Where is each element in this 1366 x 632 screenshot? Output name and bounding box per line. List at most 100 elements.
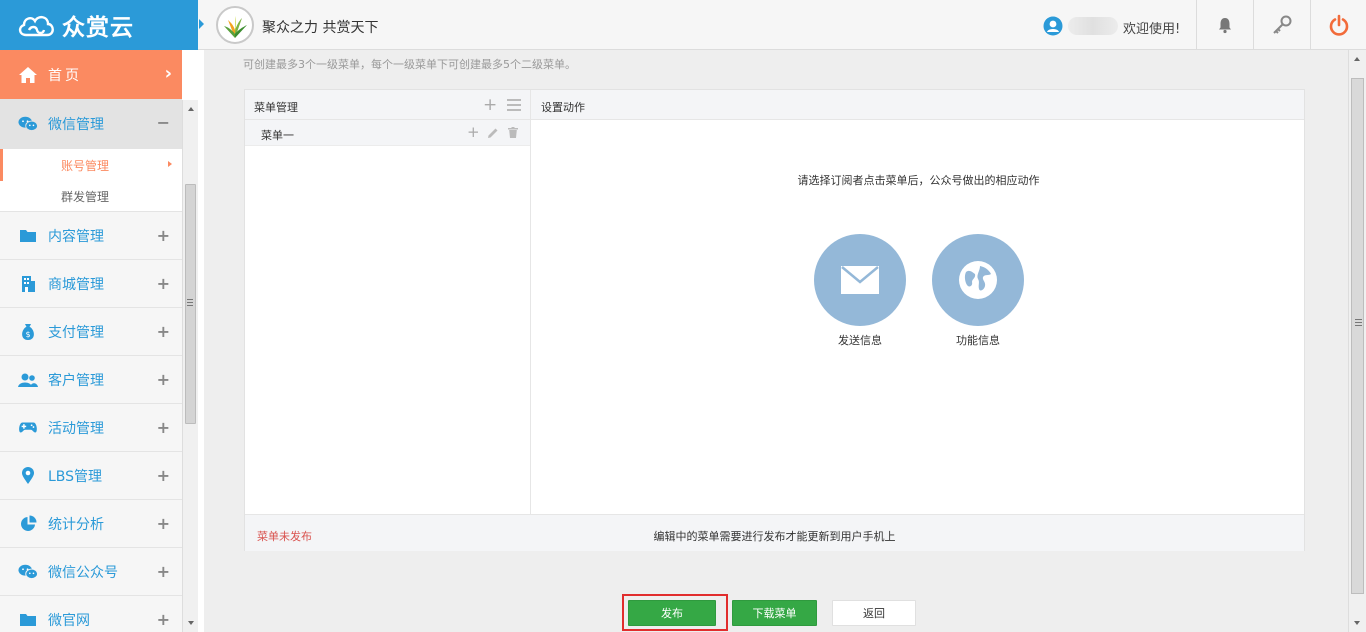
sidebar-item-content[interactable]: 内容管理 + (0, 212, 182, 260)
publish-button[interactable]: 发布 (628, 600, 716, 626)
sidebar: 首页 › 微信管理 − 账号管理 群发管理 内容管理 + 商城管理 + $ 支付… (0, 50, 182, 632)
add-submenu-icon[interactable]: + (467, 123, 480, 141)
sidebar-item-payment[interactable]: $ 支付管理 + (0, 308, 182, 356)
sidebar-item-statistics[interactable]: 统计分析 + (0, 500, 182, 548)
scroll-down-icon[interactable] (188, 621, 194, 625)
pie-chart-icon (18, 515, 38, 532)
menu-management-column: 菜单管理 + 菜单一 + (245, 90, 531, 514)
plus-icon: + (156, 514, 170, 533)
plus-icon: + (156, 370, 170, 389)
trash-icon[interactable] (508, 127, 518, 138)
download-menu-button[interactable]: 下载菜单 (732, 600, 817, 626)
menu-limit-hint: 可创建最多3个一级菜单，每个一级菜单下可创建最多5个二级菜单。 (243, 58, 576, 71)
sidebar-item-customers[interactable]: 客户管理 + (0, 356, 182, 404)
sidebar-item-label: 统计分析 (48, 516, 104, 533)
folder-icon (18, 228, 38, 243)
sidebar-item-home[interactable]: 首页 › (0, 50, 182, 99)
sidebar-item-label: 客户管理 (48, 372, 104, 389)
menu-name: 菜单一 (261, 129, 294, 142)
map-pin-icon (18, 466, 38, 485)
money-bag-icon: $ (18, 323, 38, 341)
caret-right-icon (168, 161, 172, 167)
scrollbar-thumb[interactable] (1351, 78, 1364, 594)
minus-icon: − (156, 113, 170, 132)
sidebar-item-microsite[interactable]: 微官网 + (0, 596, 182, 632)
top-header: 众赏云 聚众之力 共赏天下 欢迎使用! (0, 0, 1366, 50)
sidebar-item-label: 商城管理 (48, 276, 104, 293)
globe-icon (932, 234, 1024, 326)
sidebar-subitem-label: 群发管理 (61, 189, 110, 204)
plus-icon: + (156, 466, 170, 485)
action-panel-title: 设置动作 (541, 101, 585, 114)
username-redacted (1068, 17, 1118, 35)
menu-editor-panel: 菜单管理 + 菜单一 + 设置动作 请选择订阅者点击菜单后，公众号做出的相应动作 (244, 89, 1305, 551)
scroll-down-icon[interactable] (1354, 621, 1360, 625)
plus-icon: + (156, 274, 170, 293)
back-button[interactable]: 返回 (832, 600, 916, 626)
sidebar-toggle-icon[interactable] (199, 19, 204, 29)
sidebar-scrollbar[interactable] (182, 100, 198, 632)
sidebar-item-label: 微信公众号 (48, 564, 118, 581)
users-icon (18, 372, 38, 388)
wechat-icon (18, 115, 38, 133)
sidebar-item-label: 支付管理 (48, 324, 104, 341)
bell-icon (1218, 18, 1231, 34)
sidebar-subitem-broadcast[interactable]: 群发管理 (0, 181, 182, 212)
logo-text: 众赏云 (62, 15, 134, 41)
logout-button[interactable] (1310, 0, 1366, 50)
publish-note: 编辑中的菜单需要进行发布才能更新到用户手机上 (653, 530, 896, 543)
plus-icon: + (156, 610, 170, 629)
plus-icon: + (156, 226, 170, 245)
svg-text:$: $ (25, 330, 30, 339)
notifications-button[interactable] (1196, 0, 1252, 50)
action-prompt: 请选择订阅者点击菜单后，公众号做出的相应动作 (797, 174, 1040, 187)
power-icon (1329, 14, 1348, 36)
wechat-icon (18, 563, 38, 581)
sidebar-item-label: 活动管理 (48, 420, 104, 437)
change-password-button[interactable] (1253, 0, 1309, 50)
sidebar-item-label: 首页 (48, 67, 82, 84)
edit-pencil-icon[interactable] (487, 127, 499, 139)
brand-avatar (216, 6, 254, 44)
scroll-up-icon[interactable] (1354, 57, 1360, 61)
publish-status-bar: 编辑中的菜单需要进行发布才能更新到用户手机上 菜单未发布 (245, 514, 1304, 551)
action-label: 发送信息 (838, 334, 882, 347)
sidebar-item-label: LBS管理 (48, 468, 103, 485)
plus-icon: + (156, 418, 170, 437)
sidebar-item-label: 微官网 (48, 612, 90, 629)
menu-row[interactable]: 菜单一 + (245, 120, 530, 146)
gamepad-icon (18, 420, 38, 435)
scroll-up-icon[interactable] (188, 107, 194, 111)
home-icon (19, 66, 37, 83)
main-scrollbar[interactable] (1348, 50, 1366, 632)
plus-icon: + (156, 562, 170, 581)
sidebar-item-wechat[interactable]: 微信管理 − (0, 99, 182, 149)
action-send-message[interactable]: 发送信息 (814, 234, 906, 348)
sidebar-subitem-label: 账号管理 (61, 158, 110, 173)
sort-list-icon[interactable] (507, 99, 521, 111)
key-icon (1272, 15, 1291, 34)
sidebar-item-wechat-official[interactable]: 微信公众号 + (0, 548, 182, 596)
unpublished-status: 菜单未发布 (257, 530, 312, 543)
chevron-right-icon: › (164, 63, 172, 84)
envelope-icon (814, 234, 906, 326)
main-content: 可创建最多3个一级菜单，每个一级菜单下可创建最多5个二级菜单。 菜单管理 + 菜… (204, 50, 1348, 632)
sidebar-item-lbs[interactable]: LBS管理 + (0, 452, 182, 500)
scrollbar-thumb[interactable] (185, 184, 196, 424)
sidebar-subitem-account[interactable]: 账号管理 (0, 149, 182, 181)
menu-panel-title: 菜单管理 (254, 101, 298, 114)
folder-icon (18, 612, 38, 627)
welcome-text: 欢迎使用! (1123, 22, 1181, 37)
sidebar-item-label: 内容管理 (48, 228, 104, 245)
sidebar-item-mall[interactable]: 商城管理 + (0, 260, 182, 308)
action-label: 功能信息 (956, 334, 1000, 347)
add-menu-icon[interactable]: + (483, 95, 497, 115)
sidebar-item-label: 微信管理 (48, 117, 104, 133)
user-icon[interactable] (1043, 16, 1063, 36)
cloud-logo-icon (18, 16, 54, 37)
app-logo[interactable]: 众赏云 (0, 0, 198, 50)
building-icon (18, 275, 38, 292)
action-function-message[interactable]: 功能信息 (932, 234, 1024, 348)
plus-icon: + (156, 322, 170, 341)
sidebar-item-activities[interactable]: 活动管理 + (0, 404, 182, 452)
